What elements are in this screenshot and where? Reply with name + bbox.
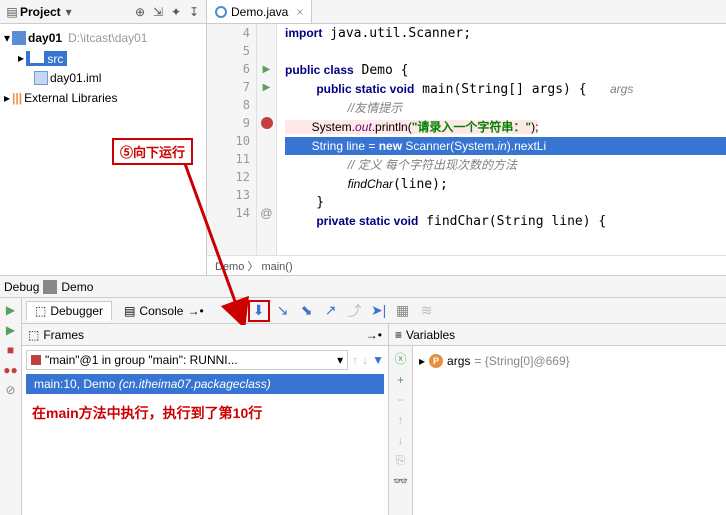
expand-icon[interactable]: ▸ (419, 354, 425, 368)
more-icon[interactable]: →• (366, 328, 382, 342)
line-numbers: 4567891011121314 (207, 24, 257, 255)
rerun-button[interactable]: ▶ (3, 302, 19, 318)
run-to-cursor-button[interactable]: ➤| (368, 300, 390, 322)
console-icon: ▤ (124, 304, 135, 318)
ext-libs-label: External Libraries (24, 91, 117, 105)
expand-icon[interactable]: ▸ (18, 51, 24, 65)
frames-pane: ⬚ Frames →• "main"@1 in group "main": RU… (22, 324, 389, 515)
filter-icon[interactable]: ▼ (372, 353, 384, 367)
new-watch-button[interactable]: + (397, 373, 404, 387)
tab-demo[interactable]: Demo.java × (207, 0, 312, 23)
next-frame-button[interactable]: ↓ (362, 353, 368, 367)
stop-button[interactable]: ■ (3, 342, 19, 358)
config-icon (43, 280, 57, 294)
close-icon[interactable]: × (296, 5, 303, 19)
vars-toolbar: ⓧ + − ↑ ↓ ⎘ 👓 (389, 346, 413, 515)
add-watch-button[interactable]: ⓧ (394, 350, 406, 367)
thread-dropdown[interactable]: "main"@1 in group "main": RUNNI... ▾ (26, 350, 348, 370)
run-gutter-icon[interactable]: ▶ (263, 82, 271, 93)
debugger-icon: ⬚ (35, 304, 46, 318)
thread-name: "main"@1 in group "main": RUNNI... (45, 353, 238, 367)
file-icon (34, 71, 48, 85)
annotation-note: 在main方法中执行，执行到了第10行 (32, 404, 378, 424)
chevron-down-icon: ▾ (337, 353, 343, 367)
tree-iml[interactable]: day01.iml (0, 68, 206, 88)
breadcrumb[interactable]: Demo 〉 main() (207, 255, 726, 275)
editor-tabs: Demo.java × (207, 0, 726, 24)
evaluate-button[interactable]: ▦ (392, 300, 414, 322)
param-icon: P (429, 354, 443, 368)
variable-row[interactable]: ▸ P args = {String[0]@669} (419, 352, 720, 370)
var-name: args (447, 354, 470, 368)
stack-frame[interactable]: main:10, Demo (cn.itheima07.packageclass… (26, 374, 384, 394)
iml-label: day01.iml (50, 71, 101, 85)
force-step-into-button[interactable]: ⬊ (296, 300, 318, 322)
project-tree: ▾ day01 D:\itcast\day01 ▸ src day01.iml … (0, 24, 206, 112)
library-icon: ||| (12, 91, 22, 105)
var-value: = {String[0]@669} (474, 354, 569, 368)
vars-title: Variables (406, 328, 455, 342)
mute-button[interactable]: ⊘ (3, 382, 19, 398)
project-icon: ▤ (4, 4, 20, 20)
debug-bar: Debug Demo (0, 276, 726, 298)
breakpoints-button[interactable]: ●● (3, 362, 19, 378)
pin-icon[interactable]: →• (187, 304, 203, 318)
java-class-icon (215, 6, 227, 18)
root-name: day01 (28, 31, 62, 45)
callout-step: ⑤向下运行 (112, 138, 193, 165)
project-title: Project (20, 5, 61, 19)
scroll-icon[interactable]: ⊕ (132, 4, 148, 20)
prev-frame-button[interactable]: ↑ (352, 353, 358, 367)
step-over-button[interactable]: ⬇ (248, 300, 270, 322)
watches-button[interactable]: 👓 (393, 474, 408, 488)
thread-status-icon (31, 355, 41, 365)
breakpoint-icon[interactable] (261, 117, 273, 129)
frames-icon: ⬚ (28, 328, 39, 342)
tab-console[interactable]: ▤ Console →• (116, 302, 212, 320)
remove-watch-button[interactable]: − (397, 393, 404, 407)
up-button[interactable]: ↑ (398, 413, 404, 427)
frames-title: Frames (43, 328, 84, 342)
vars-icon: ≡ (395, 328, 402, 342)
step-out-button[interactable]: ↗ (320, 300, 342, 322)
debug-tabs: ⬚ Debugger ▤ Console →• ≡ ⬇ ↘ ⬊ ↗ ⤴ ➤| ▦… (22, 298, 726, 324)
dropdown-icon[interactable]: ▾ (61, 4, 77, 20)
step-into-button[interactable]: ↘ (272, 300, 294, 322)
copy-button[interactable]: ⎘ (396, 453, 406, 468)
hide-icon[interactable]: ↧ (186, 4, 202, 20)
tab-debugger[interactable]: ⬚ Debugger (26, 301, 112, 321)
src-label: src (47, 52, 63, 66)
show-exec-point-button[interactable]: ≡ (224, 300, 246, 322)
down-button[interactable]: ↓ (398, 433, 404, 447)
resume-button[interactable]: ▶ (3, 322, 19, 338)
tree-src[interactable]: ▸ src (0, 48, 206, 68)
project-header: ▤ Project ▾ ⊕ ⇲ ✦ ↧ (0, 0, 206, 24)
override-icon[interactable]: @ (260, 206, 272, 220)
folder-icon (30, 51, 44, 63)
tab-label: Demo.java (231, 5, 288, 19)
trace-button[interactable]: ≋ (416, 300, 438, 322)
tree-root[interactable]: ▾ day01 D:\itcast\day01 (0, 28, 206, 48)
expand-icon[interactable]: ▸ (4, 91, 10, 105)
module-icon (12, 31, 26, 45)
root-path: D:\itcast\day01 (68, 31, 147, 45)
gutter-marks: ▶ ▶ @ (257, 24, 277, 255)
code-area[interactable]: 4567891011121314 ▶ ▶ @ import java.util.… (207, 24, 726, 255)
run-gutter-icon[interactable]: ▶ (263, 64, 271, 75)
collapse-icon[interactable]: ⇲ (150, 4, 166, 20)
tree-ext-libs[interactable]: ▸ ||| External Libraries (0, 88, 206, 108)
debug-side-toolbar: ▶ ▶ ■ ●● ⊘ (0, 298, 22, 515)
editor-panel: Demo.java × 4567891011121314 ▶ ▶ @ impor… (207, 0, 726, 275)
debug-label: Debug (4, 280, 39, 294)
drop-frame-button[interactable]: ⤴ (344, 300, 366, 322)
code-content[interactable]: import java.util.Scanner; public class D… (277, 24, 726, 255)
gear-icon[interactable]: ✦ (168, 4, 184, 20)
variables-pane: ≡ Variables ⓧ + − ↑ ↓ ⎘ 👓 ▸ (389, 324, 726, 515)
debug-config[interactable]: Demo (61, 280, 93, 294)
expand-icon[interactable]: ▾ (4, 31, 10, 45)
